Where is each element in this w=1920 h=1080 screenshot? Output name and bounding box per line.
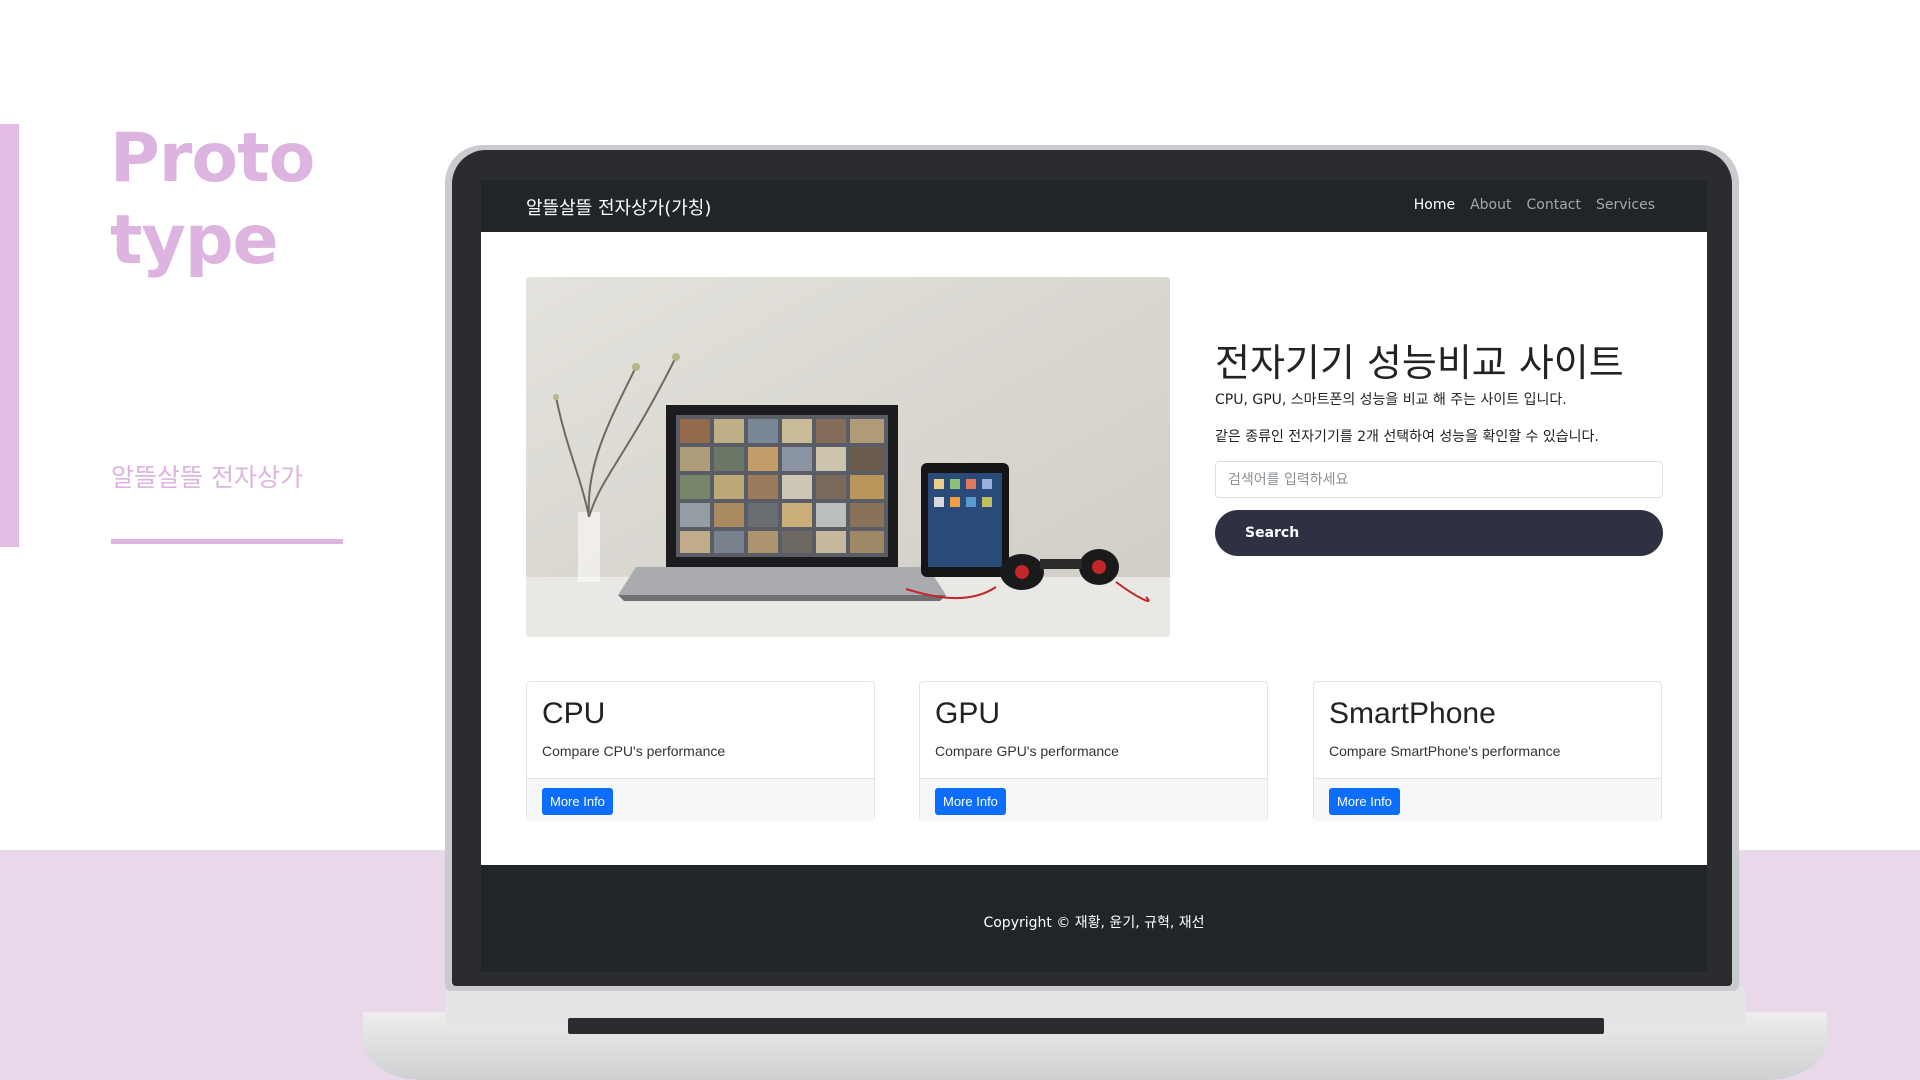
nav-contact[interactable]: Contact bbox=[1526, 197, 1580, 213]
hero-description-2: 같은 종류인 전자기기를 2개 선택하여 성능을 확인할 수 있습니다. bbox=[1215, 429, 1599, 445]
card-title: CPU bbox=[542, 697, 606, 730]
website-screen: 알뜰살뜰 전자상가(가칭) Home About Contact Service… bbox=[481, 180, 1707, 972]
hero-description-1: CPU, GPU, 스마트폰의 성능을 비교 해 주는 사이트 입니다. bbox=[1215, 392, 1567, 408]
slide-heading-line1: Proto bbox=[110, 119, 315, 198]
navbar-brand[interactable]: 알뜰살뜰 전자상가(가칭) bbox=[526, 194, 711, 220]
accent-bar bbox=[0, 124, 19, 547]
card-footer: More Info bbox=[527, 778, 874, 821]
hero-title: 전자기기 성능비교 사이트 bbox=[1215, 341, 1624, 385]
hero-image bbox=[526, 277, 1170, 637]
card-text: Compare CPU's performance bbox=[542, 743, 726, 759]
nav-links: Home About Contact Services bbox=[1414, 197, 1655, 213]
card-title: SmartPhone bbox=[1329, 697, 1496, 730]
slide-subtitle: 알뜰살뜰 전자상가 bbox=[111, 463, 303, 492]
nav-about[interactable]: About bbox=[1470, 197, 1511, 213]
laptop-hinge bbox=[568, 1018, 1604, 1034]
card-cpu: CPU Compare CPU's performance More Info bbox=[526, 681, 875, 821]
more-info-button[interactable]: More Info bbox=[542, 788, 613, 815]
card-smartphone: SmartPhone Compare SmartPhone's performa… bbox=[1313, 681, 1662, 821]
card-footer: More Info bbox=[920, 778, 1267, 821]
more-info-button[interactable]: More Info bbox=[935, 788, 1006, 815]
navbar: 알뜰살뜰 전자상가(가칭) Home About Contact Service… bbox=[481, 180, 1707, 232]
subtitle-underline bbox=[111, 539, 343, 544]
copyright-text: Copyright © 재황, 윤기, 규혁, 재선 bbox=[983, 915, 1205, 931]
site-footer: Copyright © 재황, 윤기, 규혁, 재선 bbox=[481, 865, 1707, 972]
card-title: GPU bbox=[935, 697, 1001, 730]
nav-services[interactable]: Services bbox=[1596, 197, 1655, 213]
more-info-button[interactable]: More Info bbox=[1329, 788, 1400, 815]
card-text: Compare GPU's performance bbox=[935, 743, 1119, 759]
search-button[interactable]: Search bbox=[1215, 510, 1663, 556]
card-gpu: GPU Compare GPU's performance More Info bbox=[919, 681, 1268, 821]
card-footer: More Info bbox=[1314, 778, 1661, 821]
slide-heading: Proto type bbox=[110, 118, 315, 282]
search-input[interactable] bbox=[1215, 461, 1663, 498]
card-text: Compare SmartPhone's performance bbox=[1329, 743, 1561, 759]
nav-home[interactable]: Home bbox=[1414, 197, 1455, 213]
slide-heading-line2: type bbox=[110, 201, 279, 280]
